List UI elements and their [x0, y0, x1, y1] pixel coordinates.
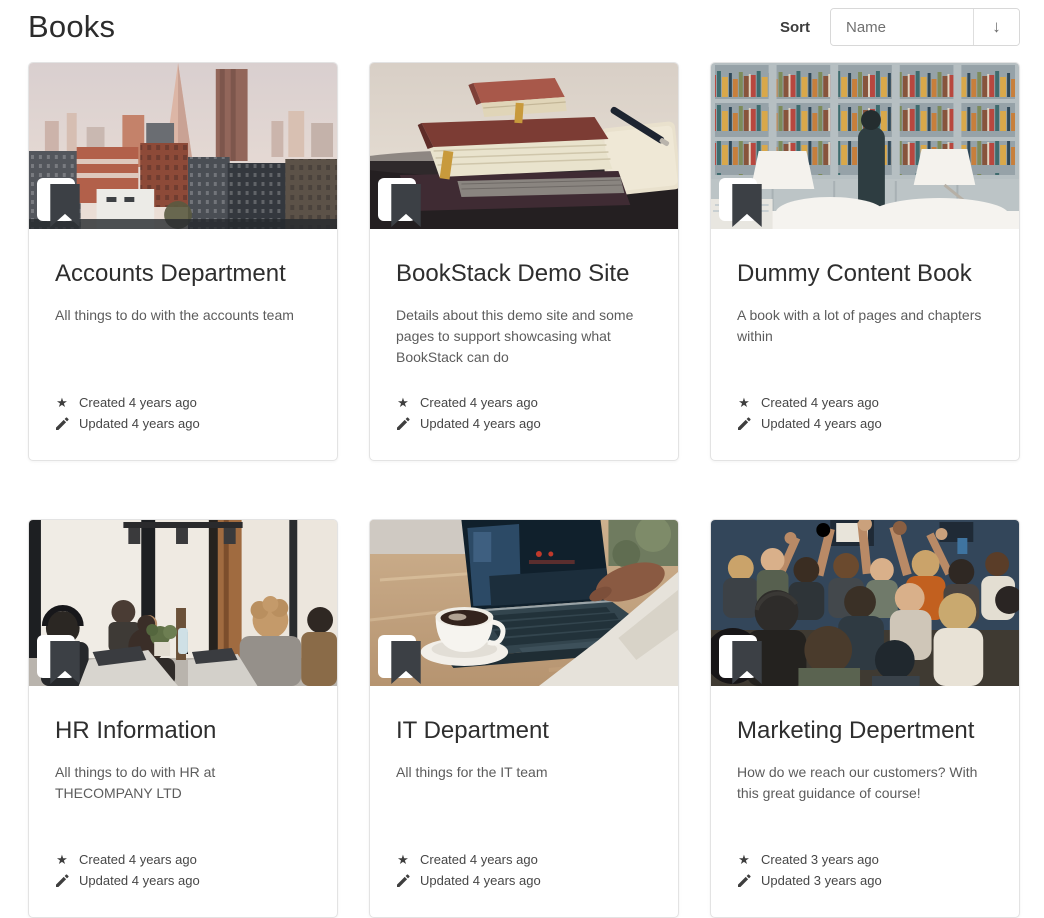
- star-icon: ★: [55, 392, 69, 413]
- book-card-body: Accounts Department All things to do wit…: [29, 229, 337, 460]
- created-text: Created 4 years ago: [761, 392, 879, 413]
- pencil-icon: [55, 874, 69, 887]
- pencil-icon: [737, 417, 751, 430]
- updated-row: Updated 4 years ago: [737, 413, 993, 434]
- book-meta: ★ Created 4 years ago Updated 4 years ag…: [55, 392, 311, 434]
- book-title: HR Information: [55, 717, 311, 746]
- pencil-icon: [396, 874, 410, 887]
- book-type-badge: [378, 178, 416, 221]
- book-description: All things to do with HR at THECOMPANY L…: [55, 762, 311, 849]
- arrow-down-icon: ↓: [992, 17, 1001, 37]
- page-header: Books Sort Name ↓: [28, 4, 1020, 50]
- created-text: Created 3 years ago: [761, 849, 879, 870]
- book-card-body: IT Department All things for the IT team…: [370, 686, 678, 917]
- updated-text: Updated 4 years ago: [761, 413, 882, 434]
- book-description: All things for the IT team: [396, 762, 652, 849]
- book-title: IT Department: [396, 717, 652, 746]
- updated-text: Updated 4 years ago: [79, 413, 200, 434]
- updated-row: Updated 4 years ago: [55, 413, 311, 434]
- sort-label: Sort: [780, 19, 810, 36]
- bookmark-icon: [387, 641, 425, 684]
- created-text: Created 4 years ago: [79, 849, 197, 870]
- bookmark-icon: [46, 184, 84, 227]
- star-icon: ★: [55, 849, 69, 870]
- created-row: ★ Created 4 years ago: [737, 392, 993, 413]
- star-icon: ★: [396, 392, 410, 413]
- updated-row: Updated 3 years ago: [737, 870, 993, 891]
- star-icon: ★: [396, 849, 410, 870]
- star-icon: ★: [737, 392, 751, 413]
- book-card-marketing-depertment[interactable]: Marketing Depertment How do we reach our…: [710, 519, 1020, 918]
- created-row: ★ Created 4 years ago: [55, 849, 311, 870]
- star-icon: ★: [737, 849, 751, 870]
- updated-text: Updated 4 years ago: [79, 870, 200, 891]
- bookmark-icon: [387, 184, 425, 227]
- book-card-body: HR Information All things to do with HR …: [29, 686, 337, 917]
- sort-direction-button[interactable]: ↓: [974, 9, 1019, 45]
- book-cover-image: [29, 520, 337, 686]
- book-card-hr-information[interactable]: HR Information All things to do with HR …: [28, 519, 338, 918]
- book-card-body: Dummy Content Book A book with a lot of …: [711, 229, 1019, 460]
- created-row: ★ Created 3 years ago: [737, 849, 993, 870]
- book-card-body: Marketing Depertment How do we reach our…: [711, 686, 1019, 917]
- bookmark-icon: [728, 184, 766, 227]
- book-card-it-department[interactable]: IT Department All things for the IT team…: [369, 519, 679, 918]
- created-text: Created 4 years ago: [420, 849, 538, 870]
- book-meta: ★ Created 4 years ago Updated 4 years ag…: [396, 392, 652, 434]
- page-title: Books: [28, 9, 115, 45]
- book-meta: ★ Created 4 years ago Updated 4 years ag…: [737, 392, 993, 434]
- book-title: Dummy Content Book: [737, 260, 993, 289]
- updated-row: Updated 4 years ago: [55, 870, 311, 891]
- book-title: Accounts Department: [55, 260, 311, 289]
- book-type-badge: [719, 178, 757, 221]
- created-row: ★ Created 4 years ago: [55, 392, 311, 413]
- sort-box: Name ↓: [830, 8, 1020, 46]
- sort-field-dropdown[interactable]: Name: [831, 9, 974, 45]
- book-card-accounts-department[interactable]: Accounts Department All things to do wit…: [28, 62, 338, 461]
- book-title: Marketing Depertment: [737, 717, 993, 746]
- book-type-badge: [37, 635, 75, 678]
- pencil-icon: [55, 417, 69, 430]
- sort-controls: Sort Name ↓: [780, 8, 1020, 46]
- book-title: BookStack Demo Site: [396, 260, 652, 289]
- book-cover-image: [711, 63, 1019, 229]
- book-card-bookstack-demo-site[interactable]: BookStack Demo Site Details about this d…: [369, 62, 679, 461]
- book-meta: ★ Created 3 years ago Updated 3 years ag…: [737, 849, 993, 891]
- book-cover-image: [29, 63, 337, 229]
- book-meta: ★ Created 4 years ago Updated 4 years ag…: [396, 849, 652, 891]
- book-card-body: BookStack Demo Site Details about this d…: [370, 229, 678, 460]
- created-row: ★ Created 4 years ago: [396, 849, 652, 870]
- book-meta: ★ Created 4 years ago Updated 4 years ag…: [55, 849, 311, 891]
- created-row: ★ Created 4 years ago: [396, 392, 652, 413]
- book-type-badge: [719, 635, 757, 678]
- books-grid: Accounts Department All things to do wit…: [28, 62, 1020, 918]
- book-type-badge: [378, 635, 416, 678]
- book-cover-image: [370, 520, 678, 686]
- updated-row: Updated 4 years ago: [396, 870, 652, 891]
- book-card-dummy-content-book[interactable]: Dummy Content Book A book with a lot of …: [710, 62, 1020, 461]
- updated-text: Updated 4 years ago: [420, 870, 541, 891]
- updated-text: Updated 4 years ago: [420, 413, 541, 434]
- updated-text: Updated 3 years ago: [761, 870, 882, 891]
- created-text: Created 4 years ago: [79, 392, 197, 413]
- book-description: How do we reach our customers? With this…: [737, 762, 993, 849]
- pencil-icon: [737, 874, 751, 887]
- bookmark-icon: [46, 641, 84, 684]
- book-description: Details about this demo site and some pa…: [396, 305, 652, 392]
- created-text: Created 4 years ago: [420, 392, 538, 413]
- book-cover-image: [370, 63, 678, 229]
- book-cover-image: [711, 520, 1019, 686]
- book-type-badge: [37, 178, 75, 221]
- updated-row: Updated 4 years ago: [396, 413, 652, 434]
- book-description: All things to do with the accounts team: [55, 305, 311, 392]
- book-description: A book with a lot of pages and chapters …: [737, 305, 993, 392]
- pencil-icon: [396, 417, 410, 430]
- bookmark-icon: [728, 641, 766, 684]
